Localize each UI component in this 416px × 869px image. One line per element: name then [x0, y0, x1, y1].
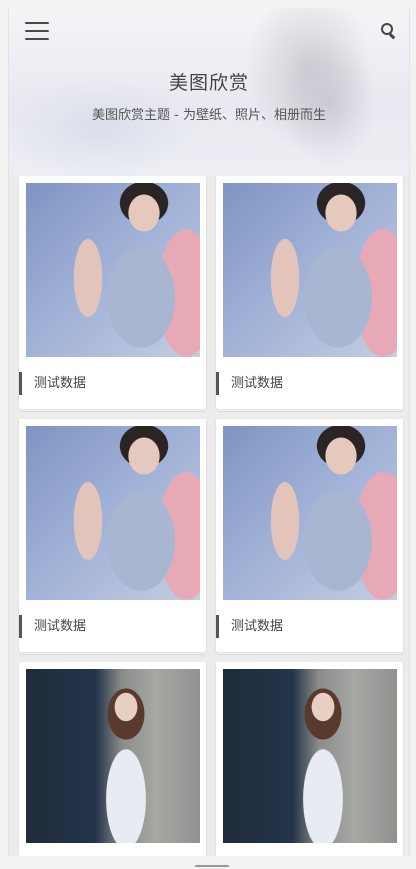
card-caption[interactable]: 测试数据 [19, 615, 214, 638]
photo-thumbnail[interactable] [223, 669, 397, 843]
photo-thumbnail[interactable] [26, 669, 200, 843]
search-icon[interactable] [381, 23, 397, 40]
page-title: 美图欣赏 [168, 72, 249, 94]
photo-card[interactable]: 测试数据 [216, 419, 403, 652]
card-caption[interactable]: 测试数据 [216, 615, 409, 638]
header-banner: 美图欣赏 美图欣赏主题 - 为壁纸、照片、相册而生 [9, 8, 409, 176]
photo-thumbnail[interactable] [223, 183, 397, 357]
photo-card[interactable]: 测试数据 [19, 176, 206, 409]
hamburger-menu-icon[interactable] [25, 22, 49, 40]
page-subtitle: 美图欣赏主题 - 为壁纸、照片、相册而生 [92, 108, 326, 123]
photo-card[interactable]: 测试数据 [216, 176, 403, 409]
photo-card[interactable] [19, 662, 206, 856]
card-caption[interactable]: 测试数据 [216, 372, 409, 395]
app-frame: 美图欣赏 美图欣赏主题 - 为壁纸、照片、相册而生 测试数据 测试数据 测试数据… [8, 8, 410, 856]
photo-thumbnail[interactable] [26, 183, 200, 357]
photo-thumbnail[interactable] [26, 426, 200, 600]
card-caption[interactable]: 测试数据 [19, 372, 214, 395]
photo-thumbnail[interactable] [223, 426, 397, 600]
home-indicator [195, 865, 229, 867]
photo-card[interactable]: 测试数据 [19, 419, 206, 652]
photo-card[interactable] [216, 662, 403, 856]
